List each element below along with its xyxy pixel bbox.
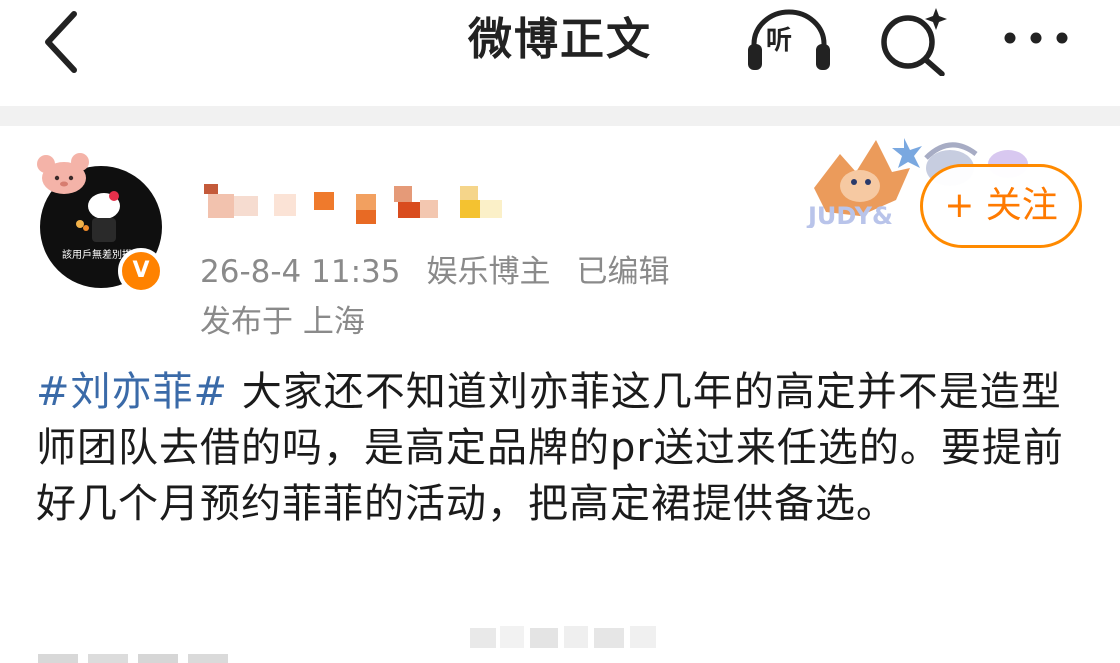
more-options-button[interactable] xyxy=(996,18,1076,58)
post-meta: 26-8-4 11:35 娱乐博主 已编辑 xyxy=(200,246,695,291)
decor-text: JUDY& xyxy=(806,202,893,228)
listen-label: 听 xyxy=(766,26,793,56)
verified-badge: V xyxy=(118,248,164,294)
hashtag-link[interactable]: #刘亦菲# xyxy=(36,369,228,415)
page-title: 微博正文 xyxy=(468,14,652,65)
bear-sticker-icon xyxy=(37,153,89,194)
post-time: 26-8-4 11:35 xyxy=(200,254,401,290)
search-button[interactable] xyxy=(876,4,952,77)
section-divider xyxy=(0,106,1120,126)
top-navigation-bar: 微博正文 听 xyxy=(0,0,1120,106)
post-content: #刘亦菲# 大家还不知道刘亦菲这几年的高定并不是造型师团队去借的吗，是高定品牌的… xyxy=(36,364,1086,532)
search-sparkle-icon xyxy=(881,8,947,77)
author-role[interactable]: 娱乐博主 xyxy=(426,254,550,290)
blurred-strip xyxy=(470,622,660,652)
listen-button[interactable]: 听 xyxy=(744,6,834,78)
post-location: 发布于 上海 xyxy=(200,304,365,340)
more-dots-icon xyxy=(1004,32,1068,44)
edited-tag[interactable]: 已编辑 xyxy=(576,254,669,290)
follow-button[interactable]: + 关注 xyxy=(920,164,1082,248)
cut-off-text-line xyxy=(30,644,290,663)
username-mosaic[interactable] xyxy=(198,180,508,226)
